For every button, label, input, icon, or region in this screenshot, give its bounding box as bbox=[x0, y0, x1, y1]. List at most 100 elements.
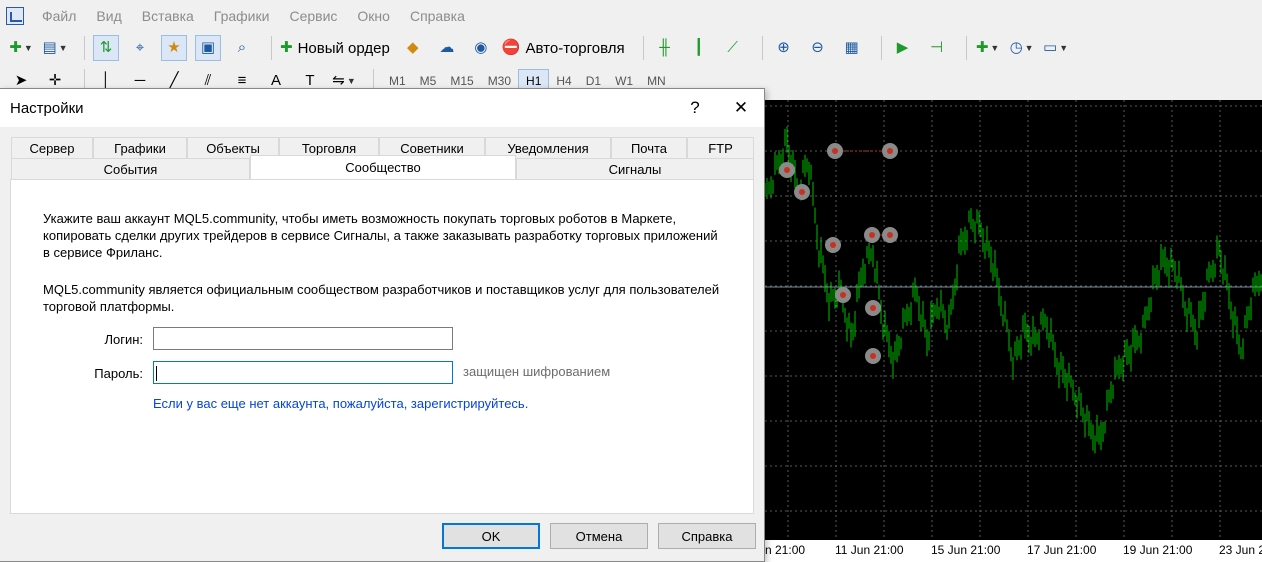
chevron-down-icon: ▼ bbox=[23, 43, 33, 53]
trade-marker-dot bbox=[832, 148, 838, 154]
cancel-button[interactable]: Отмена bbox=[550, 523, 648, 549]
terminal-button[interactable]: ▣ bbox=[195, 35, 221, 61]
metaeditor-icon: ◆ bbox=[407, 39, 419, 56]
time-axis-label: 23 Jun 2 bbox=[1219, 543, 1262, 557]
indicators-button[interactable]: ✚ ▼ bbox=[975, 35, 1001, 61]
tab-server[interactable]: Сервер bbox=[11, 137, 93, 158]
tab-community[interactable]: Сообщество bbox=[250, 155, 516, 179]
close-button[interactable]: ✕ bbox=[718, 89, 764, 127]
register-link[interactable]: Если у вас еще нет аккаунта, пожалуйста,… bbox=[153, 396, 528, 411]
menu-charts[interactable]: Графики bbox=[204, 8, 280, 24]
auto-scroll-icon: ▶ bbox=[896, 39, 909, 56]
trade-marker-dot bbox=[840, 292, 846, 298]
auto-scroll-button[interactable]: ▶ bbox=[890, 35, 916, 61]
zoom-out-button[interactable]: ⊖ bbox=[805, 35, 831, 61]
templates-button[interactable]: ▭ ▼ bbox=[1043, 35, 1069, 61]
new-order-label: Новый ордер bbox=[297, 39, 390, 57]
clock-icon: ◷ bbox=[1009, 39, 1023, 56]
tab-email[interactable]: Почта bbox=[611, 137, 687, 158]
chart-shift-button[interactable]: ⊣ bbox=[924, 35, 950, 61]
settings-dialog: Настройки ? ✕ Сервер Графики Объекты Тор… bbox=[0, 88, 765, 562]
time-axis: n 21:00 11 Jun 21:00 15 Jun 21:00 17 Jun… bbox=[765, 540, 1262, 562]
trade-marker-dot bbox=[887, 232, 893, 238]
zoom-out-icon: ⊖ bbox=[811, 39, 824, 56]
price-chart[interactable] bbox=[765, 100, 1262, 540]
zoom-in-icon: ⊕ bbox=[777, 39, 790, 56]
new-order-button[interactable]: ✚ Новый ордер bbox=[280, 35, 390, 61]
menu-tools[interactable]: Сервис bbox=[279, 8, 347, 24]
menu-window[interactable]: Окно bbox=[347, 8, 400, 24]
strategy-tester-button[interactable]: ⌕ bbox=[229, 35, 255, 61]
tile-windows-button[interactable]: ▦ bbox=[839, 35, 865, 61]
new-chart-icon: ✚ bbox=[9, 39, 22, 56]
login-label: Логин: bbox=[104, 332, 143, 347]
bar-chart-button[interactable]: ╫ bbox=[652, 35, 678, 61]
tab-events[interactable]: События bbox=[11, 158, 250, 179]
encrypted-hint: защищен шифрованием bbox=[463, 364, 611, 379]
toolbar-separator bbox=[965, 36, 967, 60]
trade-marker-dot bbox=[799, 189, 805, 195]
chart-canvas[interactable] bbox=[765, 100, 1262, 540]
time-axis-label: n 21:00 bbox=[765, 543, 806, 557]
help-title-button[interactable]: ? bbox=[672, 89, 718, 127]
ok-button[interactable]: OK bbox=[442, 523, 540, 549]
time-axis-label: 19 Jun 21:00 bbox=[1123, 543, 1193, 557]
magnifier-doc-icon: ⌕ bbox=[237, 39, 247, 56]
candlestick-icon: ┃ bbox=[694, 39, 704, 56]
help-button[interactable]: Справка bbox=[658, 523, 756, 549]
chevron-down-icon: ▼ bbox=[990, 43, 1000, 53]
text-caret bbox=[156, 366, 157, 381]
tile-windows-icon: ▦ bbox=[844, 39, 859, 56]
menu-view[interactable]: Вид bbox=[86, 8, 131, 24]
line-chart-icon: ⟋ bbox=[727, 39, 738, 56]
trade-marker-dot bbox=[784, 167, 790, 173]
toolbar-separator bbox=[271, 36, 272, 60]
dialog-titlebar[interactable]: Настройки ? ✕ bbox=[0, 89, 764, 127]
menu-file[interactable]: Файл bbox=[32, 8, 86, 24]
market-watch-button[interactable]: ⇅ bbox=[93, 35, 119, 61]
tab-signals[interactable]: Сигналы bbox=[516, 158, 754, 179]
periods-button[interactable]: ◷ ▼ bbox=[1009, 35, 1035, 61]
app-icon bbox=[6, 7, 24, 25]
trade-marker-dot bbox=[887, 148, 893, 154]
menu-help[interactable]: Справка bbox=[400, 8, 475, 24]
metaeditor-button[interactable]: ◆ bbox=[400, 35, 426, 61]
cloud-button[interactable]: ☁ bbox=[434, 35, 460, 61]
folder-star-icon: ★ bbox=[167, 39, 181, 56]
bar-chart-icon: ╫ bbox=[659, 39, 670, 56]
trade-marker-dot bbox=[870, 353, 876, 359]
autotrading-button[interactable]: ⛔ Авто-торговля bbox=[502, 35, 625, 61]
question-icon: ? bbox=[690, 98, 700, 117]
community-description: Укажите ваш аккаунт MQL5.community, чтоб… bbox=[43, 211, 718, 260]
login-input[interactable] bbox=[153, 327, 453, 350]
toolbar-separator bbox=[84, 36, 85, 60]
toolbar-separator bbox=[642, 36, 644, 60]
trade-marker-dot bbox=[870, 305, 876, 311]
standard-toolbar: ✚ ▼ ▤ ▼ ⇅ ⌖ ★ ▣ ⌕ ✚ Новый ордер ◆ ☁ ◉ ⛔ Авто… bbox=[0, 32, 1262, 64]
indicators-icon: ✚ bbox=[975, 39, 989, 56]
community-about: MQL5.community является официальным сооб… bbox=[43, 282, 720, 314]
navigator-button[interactable]: ★ bbox=[161, 35, 187, 61]
data-window-button[interactable]: ⌖ bbox=[127, 35, 153, 61]
chevron-down-icon: ▼ bbox=[346, 76, 356, 86]
time-axis-label: 11 Jun 21:00 bbox=[835, 543, 904, 557]
tab-row-2: События Сообщество Сигналы bbox=[11, 155, 754, 179]
toolbar-separator bbox=[880, 36, 882, 60]
tab-ftp[interactable]: FTP bbox=[687, 137, 754, 158]
password-input[interactable] bbox=[153, 361, 453, 384]
signal-icon: ◉ bbox=[474, 39, 488, 56]
chevron-down-icon: ▼ bbox=[1059, 43, 1069, 53]
crosshair-target-icon: ⌖ bbox=[135, 39, 145, 56]
signals-button[interactable]: ◉ bbox=[468, 35, 494, 61]
new-chart-button[interactable]: ✚ ▼ bbox=[8, 35, 34, 61]
line-chart-button[interactable]: ⟋ bbox=[720, 35, 746, 61]
toolbar-separator bbox=[761, 36, 763, 60]
profiles-icon: ▤ bbox=[42, 39, 57, 56]
tab-charts[interactable]: Графики bbox=[93, 137, 187, 158]
zoom-in-button[interactable]: ⊕ bbox=[771, 35, 797, 61]
candlestick-button[interactable]: ┃ bbox=[686, 35, 712, 61]
trade-marker-dot bbox=[830, 242, 836, 248]
menu-insert[interactable]: Вставка bbox=[132, 8, 204, 24]
profiles-button[interactable]: ▤ ▼ bbox=[42, 35, 68, 61]
trade-marker-dot bbox=[869, 232, 875, 238]
